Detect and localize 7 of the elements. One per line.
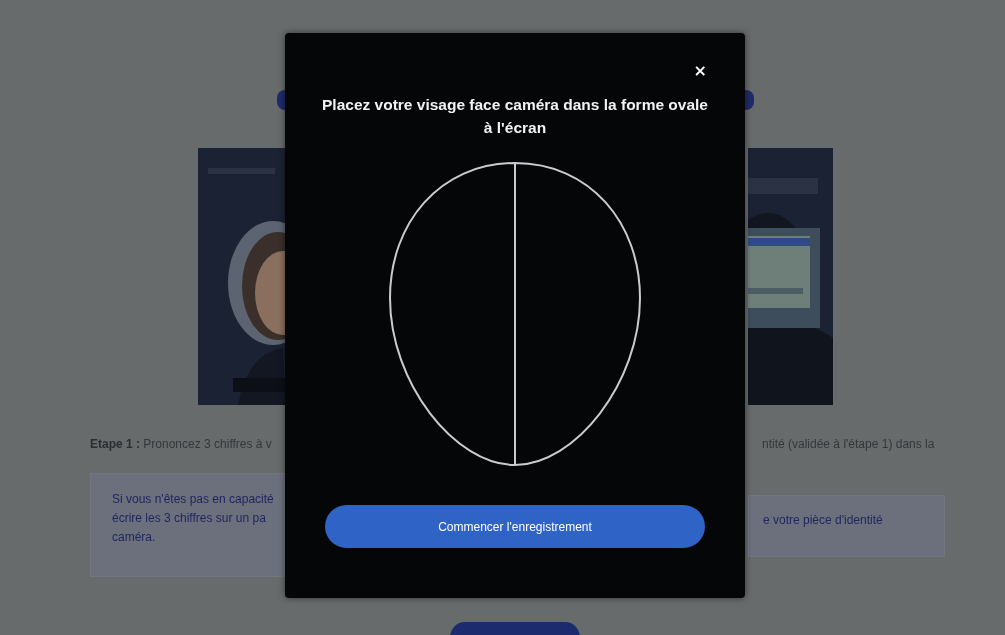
- start-recording-button[interactable]: Commencer l'enregistrement: [325, 505, 705, 548]
- notice-text: écrire les 3 chiffres sur un pa: [112, 510, 267, 527]
- notice-text: Si vous n'êtes pas en capacité: [112, 491, 275, 508]
- notice-text: e votre pièce d'identité: [763, 512, 884, 529]
- notice-text: caméra.: [112, 529, 157, 546]
- close-button[interactable]: ×: [693, 63, 707, 79]
- dialog-title: Placez votre visage face caméra dans la forme ovale à l'écran: [321, 95, 709, 138]
